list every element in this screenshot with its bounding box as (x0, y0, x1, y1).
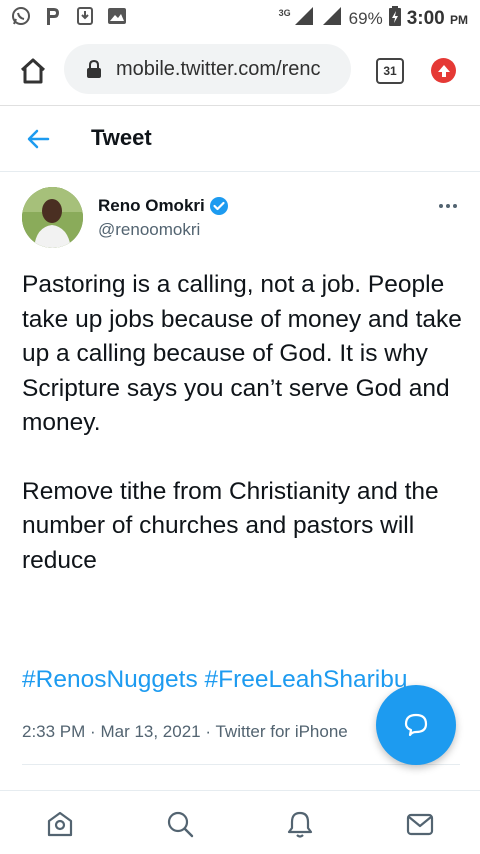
system-status: 3G 69% 3:00 PM (279, 6, 468, 31)
notification-icons (10, 5, 128, 27)
clock-ampm: PM (450, 12, 468, 27)
clock: 3:00 PM (407, 8, 468, 30)
author-handle[interactable]: @renoomokri (98, 220, 200, 240)
network-type: 3G (278, 7, 291, 18)
notifications-icon (287, 811, 313, 838)
back-arrow-icon (27, 129, 50, 149)
author-name-text: Reno Omokri (98, 196, 205, 215)
back-button[interactable] (26, 126, 52, 152)
battery-percent: 69% (348, 8, 383, 28)
tweet-time[interactable]: 2:33 PM (22, 722, 85, 741)
tweet-meta: 2:33 PM · Mar 13, 2021 · Twitter for iPh… (22, 722, 348, 742)
tab-switcher-button[interactable]: 31 (376, 58, 404, 84)
dot-icon (453, 204, 457, 208)
download-icon (74, 5, 96, 27)
page-title: Tweet (91, 125, 152, 150)
tweet-hashtags[interactable]: #RenosNuggets #FreeLeahSharibu (22, 666, 407, 694)
dot-icon (446, 204, 450, 208)
url-bar[interactable]: mobile.twitter.com/renc (64, 44, 351, 94)
verified-badge-icon (209, 196, 229, 216)
messages-icon (406, 813, 434, 836)
image-icon (106, 5, 128, 27)
status-bar: 3G 69% 3:00 PM (0, 0, 480, 34)
nav-search[interactable] (165, 809, 195, 839)
url-text: mobile.twitter.com/renc (116, 57, 321, 80)
tweet-paragraph-1: Pastoring is a calling, not a job. Peopl… (22, 271, 462, 436)
search-icon (167, 811, 194, 838)
meta-separator: · (90, 722, 96, 741)
dot-icon (439, 204, 443, 208)
home-button[interactable] (18, 56, 48, 86)
tweet-source[interactable]: Twitter for iPhone (215, 722, 347, 741)
avatar[interactable] (22, 187, 83, 248)
update-button[interactable] (431, 58, 456, 83)
divider (22, 764, 460, 765)
tweet-text: Pastoring is a calling, not a job. Peopl… (22, 268, 462, 578)
signal-icon (293, 6, 315, 31)
nav-notifications[interactable] (285, 809, 315, 839)
home-icon (47, 811, 73, 837)
nav-home[interactable] (45, 809, 75, 839)
author-name[interactable]: Reno Omokri (98, 196, 229, 216)
clock-time: 3:00 (406, 7, 445, 29)
lock-icon (86, 59, 102, 78)
battery-icon (388, 6, 401, 31)
pinterest-icon (42, 5, 64, 27)
compose-fab-button[interactable] (376, 685, 456, 765)
browser-home-icon (20, 58, 46, 84)
nav-messages[interactable] (405, 809, 435, 839)
bottom-nav (0, 790, 480, 854)
more-options-button[interactable] (436, 194, 460, 218)
avatar-photo (22, 187, 83, 248)
page-header: Tweet (0, 106, 480, 172)
whatsapp-icon (10, 5, 32, 27)
arrow-up-icon (437, 64, 450, 77)
browser-toolbar: mobile.twitter.com/renc 31 (0, 34, 480, 106)
signal-icon-2 (321, 6, 343, 31)
tweet-paragraph-2: Remove tithe from Christianity and the n… (22, 477, 439, 574)
meta-separator: · (205, 722, 212, 741)
chat-bubble-icon (404, 713, 428, 737)
tweet-date[interactable]: Mar 13, 2021 (100, 722, 200, 741)
